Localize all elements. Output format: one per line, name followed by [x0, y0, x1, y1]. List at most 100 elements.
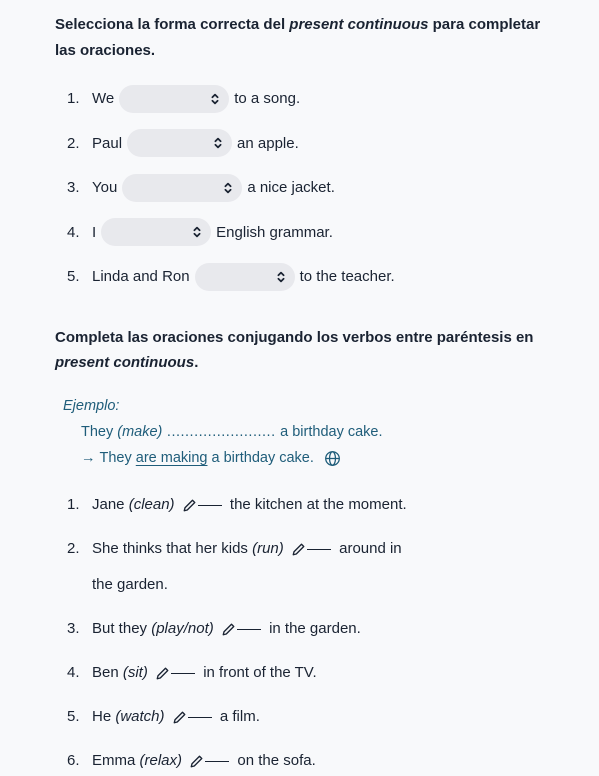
- blank-dropdown[interactable]: [122, 174, 242, 202]
- exercise-item: 6.Emma (relax) on the sofa.: [67, 746, 549, 776]
- instruction-text: Completa las oraciones conjugando los ve…: [55, 329, 533, 346]
- item-number: 1.: [67, 490, 92, 520]
- blank-line: [307, 549, 331, 550]
- verb-hint: (sit): [123, 664, 148, 681]
- blank-line: [205, 761, 229, 762]
- instruction-text: Selecciona la forma correcta del: [55, 16, 289, 33]
- sentence-before: She thinks that her kids: [92, 540, 252, 557]
- blank-line: [237, 629, 261, 630]
- blank-dropdown[interactable]: [119, 85, 229, 113]
- example-text: They: [100, 450, 136, 466]
- exercise-item: 1.Jane (clean) the kitchen at the moment…: [67, 490, 549, 520]
- example-text: a birthday cake.: [208, 450, 314, 466]
- pencil-icon: [221, 622, 236, 637]
- example-verb: (make): [117, 424, 162, 440]
- example-label: Ejemplo:: [63, 396, 549, 416]
- sentence-after: to the teacher.: [300, 261, 395, 293]
- chevron-updown-icon: [212, 136, 224, 150]
- globe-icon[interactable]: [324, 450, 341, 467]
- exercise-2-list: 1.Jane (clean) the kitchen at the moment…: [55, 490, 549, 776]
- sentence-before: But they: [92, 620, 151, 637]
- exercise-item: 2.She thinks that her kids (run) around …: [67, 534, 549, 600]
- text-input[interactable]: [169, 710, 216, 725]
- sentence-after: a film.: [216, 708, 260, 725]
- example-line-1: They (make) ........................ a b…: [63, 422, 549, 442]
- sentence-wrap: the garden.: [67, 570, 549, 600]
- item-number: 5.: [67, 261, 92, 293]
- sentence-before: Emma: [92, 752, 140, 769]
- example-text: They: [81, 424, 117, 440]
- item-number: 2.: [67, 534, 92, 564]
- sentence-after: the kitchen at the moment.: [226, 496, 407, 513]
- exercise-item: 3.But they (play/not) in the garden.: [67, 614, 549, 644]
- sentence-before: Jane: [92, 496, 129, 513]
- instruction-em: present continuous: [289, 16, 428, 33]
- verb-hint: (run): [252, 540, 284, 557]
- blank-dropdown[interactable]: [127, 129, 232, 157]
- section-2: Completa las oraciones conjugando los ve…: [55, 325, 549, 776]
- chevron-updown-icon: [209, 92, 221, 106]
- example-block: Ejemplo: They (make) ...................…: [55, 396, 549, 469]
- sentence-before: He: [92, 708, 115, 725]
- text-input[interactable]: [218, 622, 265, 637]
- blank-line: [188, 717, 212, 718]
- exercise-item: 2. Paul an apple.: [67, 128, 549, 160]
- sentence-after: on the sofa.: [233, 752, 316, 769]
- item-number: 1.: [67, 83, 92, 115]
- chevron-updown-icon: [275, 270, 287, 284]
- pencil-icon: [172, 710, 187, 725]
- sentence-after: a nice jacket.: [247, 172, 335, 204]
- instruction-1: Selecciona la forma correcta del present…: [55, 12, 549, 63]
- section-1: Selecciona la forma correcta del present…: [55, 12, 549, 293]
- exercise-item: 1. We to a song.: [67, 83, 549, 115]
- sentence-before: I: [92, 217, 96, 249]
- item-number: 2.: [67, 128, 92, 160]
- sentence-after: to a song.: [234, 83, 300, 115]
- exercise-item: 4.Ben (sit) in front of the TV.: [67, 658, 549, 688]
- sentence-after: in the garden.: [265, 620, 361, 637]
- blank-dropdown[interactable]: [195, 263, 295, 291]
- blank-line: [198, 505, 222, 506]
- sentence-before: Paul: [92, 128, 122, 160]
- verb-hint: (relax): [140, 752, 183, 769]
- verb-hint: (play/not): [151, 620, 214, 637]
- example-text: a birthday cake.: [280, 424, 382, 440]
- pencil-icon: [189, 754, 204, 769]
- instruction-2: Completa las oraciones conjugando los ve…: [55, 325, 549, 376]
- text-input[interactable]: [186, 754, 233, 769]
- pencil-icon: [291, 542, 306, 557]
- exercise-item: 5. Linda and Ron to the teacher.: [67, 261, 549, 293]
- chevron-updown-icon: [191, 225, 203, 239]
- pencil-icon: [182, 498, 197, 513]
- instruction-em: present continuous: [55, 354, 194, 371]
- text-input[interactable]: [152, 666, 199, 681]
- sentence-after: in front of the TV.: [199, 664, 317, 681]
- sentence-before: Linda and Ron: [92, 261, 190, 293]
- example-line-2: → They are making a birthday cake.: [63, 448, 549, 468]
- blank-line: [171, 673, 195, 674]
- text-input[interactable]: [288, 542, 335, 557]
- instruction-text: .: [194, 354, 198, 371]
- verb-hint: (watch): [115, 708, 164, 725]
- exercise-item: 5.He (watch) a film.: [67, 702, 549, 732]
- item-number: 5.: [67, 702, 92, 732]
- pencil-icon: [155, 666, 170, 681]
- item-number: 3.: [67, 172, 92, 204]
- item-number: 4.: [67, 217, 92, 249]
- item-number: 4.: [67, 658, 92, 688]
- item-number: 6.: [67, 746, 92, 776]
- verb-hint: (clean): [129, 496, 175, 513]
- example-dots: ........................: [162, 424, 280, 440]
- exercise-item: 3. You a nice jacket.: [67, 172, 549, 204]
- sentence-before: You: [92, 172, 117, 204]
- text-input[interactable]: [179, 498, 226, 513]
- example-answer: are making: [136, 450, 208, 466]
- sentence-after: around in: [335, 540, 402, 557]
- exercise-1-list: 1. We to a song. 2. Paul an apple. 3. Yo…: [55, 83, 549, 293]
- exercise-item: 4. I English grammar.: [67, 217, 549, 249]
- arrow-icon: →: [81, 448, 96, 468]
- sentence-before: We: [92, 83, 114, 115]
- blank-dropdown[interactable]: [101, 218, 211, 246]
- item-number: 3.: [67, 614, 92, 644]
- sentence-before: Ben: [92, 664, 123, 681]
